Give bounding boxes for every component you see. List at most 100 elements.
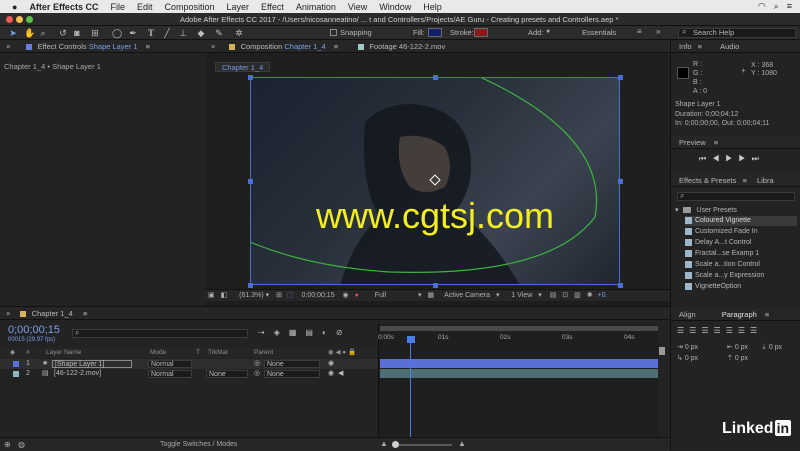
zoom-tool-icon[interactable]: ⌕ [38,28,48,38]
info-tab-menu-icon[interactable]: ≡ [698,42,702,51]
layer-color-label[interactable] [13,371,19,377]
comp-flow-icon[interactable]: ⊕ [4,440,11,449]
menu-animation[interactable]: Animation [296,2,336,12]
composition-tab[interactable]: Composition [241,42,283,51]
preset-item[interactable]: Customized Fade In [685,227,797,237]
hand-tool-icon[interactable]: ✋ [24,28,35,38]
last-frame-icon[interactable]: ⏭ [752,154,765,163]
shy-layers-icon[interactable]: ▦ [289,328,306,337]
indent-right-value[interactable]: ⇤ 0 px [727,343,748,351]
audio-tab[interactable]: Audio [720,42,739,51]
preset-item[interactable]: Delay A...t Control [685,238,797,248]
prev-frame-icon[interactable]: ◀ [712,154,725,163]
menu-window[interactable]: Window [379,2,411,12]
justify-center-icon[interactable]: ☰ [726,326,738,335]
menu-app[interactable]: After Effects CC [29,2,98,12]
timeline-tab[interactable]: Chapter 1_4 [32,309,73,318]
work-area-bar[interactable] [380,326,658,331]
layer-visibility-icon[interactable]: ◉ [328,359,334,369]
type-tool-icon[interactable]: T [146,28,156,38]
justify-all-icon[interactable]: ☰ [750,326,762,335]
paragraph-menu-icon[interactable]: ≡ [765,310,769,319]
timeline-timecode[interactable]: 0;00;00;15 [8,324,60,336]
info-tab[interactable]: Info [679,42,692,51]
pan-behind-tool-icon[interactable]: ⊞ [90,28,100,38]
effects-menu-icon[interactable]: ≡ [742,176,746,185]
layer-mode-dropdown[interactable]: Normal [148,360,192,368]
menu-file[interactable]: File [110,2,125,12]
timeline-zoom-slider[interactable] [392,444,452,446]
menu-composition[interactable]: Composition [164,2,214,12]
timeline-track-area[interactable] [378,324,658,437]
viewer-timecode[interactable]: 0;00;00;15 [302,292,335,299]
rotate-tool-icon[interactable]: ↺ [58,28,68,38]
clone-stamp-tool-icon[interactable]: ⊥ [178,28,188,38]
layer-bar[interactable] [380,359,658,368]
camera-tool-icon[interactable]: ◙ [72,28,82,38]
camera-dropdown[interactable]: Active Camera [444,292,490,299]
timeline-search-field[interactable] [72,329,248,338]
footage-tab[interactable]: Footage 46-122-2.mov [369,42,445,51]
preset-item[interactable]: Fractal...se Examp 1 [685,249,797,259]
motion-blur-icon[interactable]: ◐ [322,328,336,337]
effects-search-field[interactable] [677,192,795,201]
preset-item[interactable]: VignetteOption [685,282,797,292]
selection-tool-icon[interactable]: ➤ [8,28,18,38]
layer-parent-dropdown[interactable]: None [264,370,320,378]
preset-item[interactable]: Coloured Vignette [685,216,797,226]
folder-expand-icon[interactable]: ▾ [675,207,679,214]
snapshot-icon[interactable]: ◉ [343,292,349,299]
frame-blending-icon[interactable]: ▤ [305,328,322,337]
workspace-menu-icon[interactable]: ≡ [637,27,642,36]
workspace-expand-icon[interactable]: » [656,27,660,36]
eraser-tool-icon[interactable]: ◆ [196,28,206,38]
menu-layer[interactable]: Layer [227,2,250,12]
effect-controls-menu-icon[interactable]: ≡ [146,42,150,51]
layer-visibility-icon[interactable]: ◉ [328,369,334,379]
draft-3d-icon[interactable]: ◈ [274,328,289,337]
exposure-value[interactable]: +0. [598,292,608,299]
layer-name[interactable]: [Shape Layer 1] [52,360,132,368]
paragraph-tab[interactable]: Paragraph [722,310,757,319]
wifi-icon[interactable]: ◠ [758,1,766,12]
zoom-level[interactable]: (61.3%) [239,292,264,299]
layer-audio-icon[interactable]: ◀ [338,369,343,379]
first-frame-icon[interactable]: ⏮ [699,154,712,163]
layer-mode-dropdown[interactable]: Normal [148,370,192,378]
timeline-zoom-knob[interactable] [392,441,399,448]
align-right-icon[interactable]: ☰ [701,326,713,335]
indent-first-value[interactable]: ↳ 0 px [677,354,698,362]
resolution-dropdown-icon[interactable]: ▾ [418,292,422,299]
fast-preview-icon[interactable]: ▤ [550,292,557,299]
space-before-value[interactable]: ⇡ 0 px [727,354,748,362]
effect-controls-target[interactable]: Shape Layer 1 [89,42,138,51]
col-layer-name[interactable]: Layer Name [46,348,81,358]
align-left-icon[interactable]: ☰ [677,326,689,335]
space-after-value[interactable]: ⇣ 0 px [761,343,782,351]
parent-pickwhip-icon[interactable]: ◎ [254,359,260,369]
composition-menu-icon[interactable]: ≡ [334,42,338,51]
table-row[interactable]: 1 ★ [Shape Layer 1] Normal ◎ None ◉ [0,359,378,369]
justify-right-icon[interactable]: ☰ [738,326,750,335]
table-row[interactable]: 2 ▤ [46-122-2.mov] Normal None ◎ None ◉ … [0,369,378,379]
transparency-grid-icon[interactable]: ▦ [428,292,435,299]
play-icon[interactable]: ▶ [725,154,738,163]
preview-menu-icon[interactable]: ≡ [714,138,718,147]
mask-toggle-icon[interactable]: ◧ [221,292,228,299]
comp-close-icon[interactable]: × [211,42,215,51]
time-navigator-end-handle[interactable] [659,347,665,355]
align-tab[interactable]: Align [679,310,696,319]
stroke-swatch[interactable] [474,28,488,37]
playhead-handle[interactable] [407,336,415,343]
snapping-checkbox[interactable] [330,29,337,36]
graph-editor-icon[interactable]: ⊘ [336,328,352,337]
zoom-dropdown-icon[interactable]: ▾ [266,292,270,299]
ellipse-tool-icon[interactable]: ◯ [112,28,122,38]
apple-menu-icon[interactable]: ● [12,2,17,12]
render-time-icon[interactable]: ◍ [18,440,25,449]
color-channel-icon[interactable]: ● [355,292,359,299]
timeline-close-icon[interactable]: × [6,309,10,318]
always-preview-icon[interactable]: ▣ [208,292,215,299]
justify-left-icon[interactable]: ☰ [714,326,726,335]
effects-presets-tab[interactable]: Effects & Presets [679,176,736,185]
